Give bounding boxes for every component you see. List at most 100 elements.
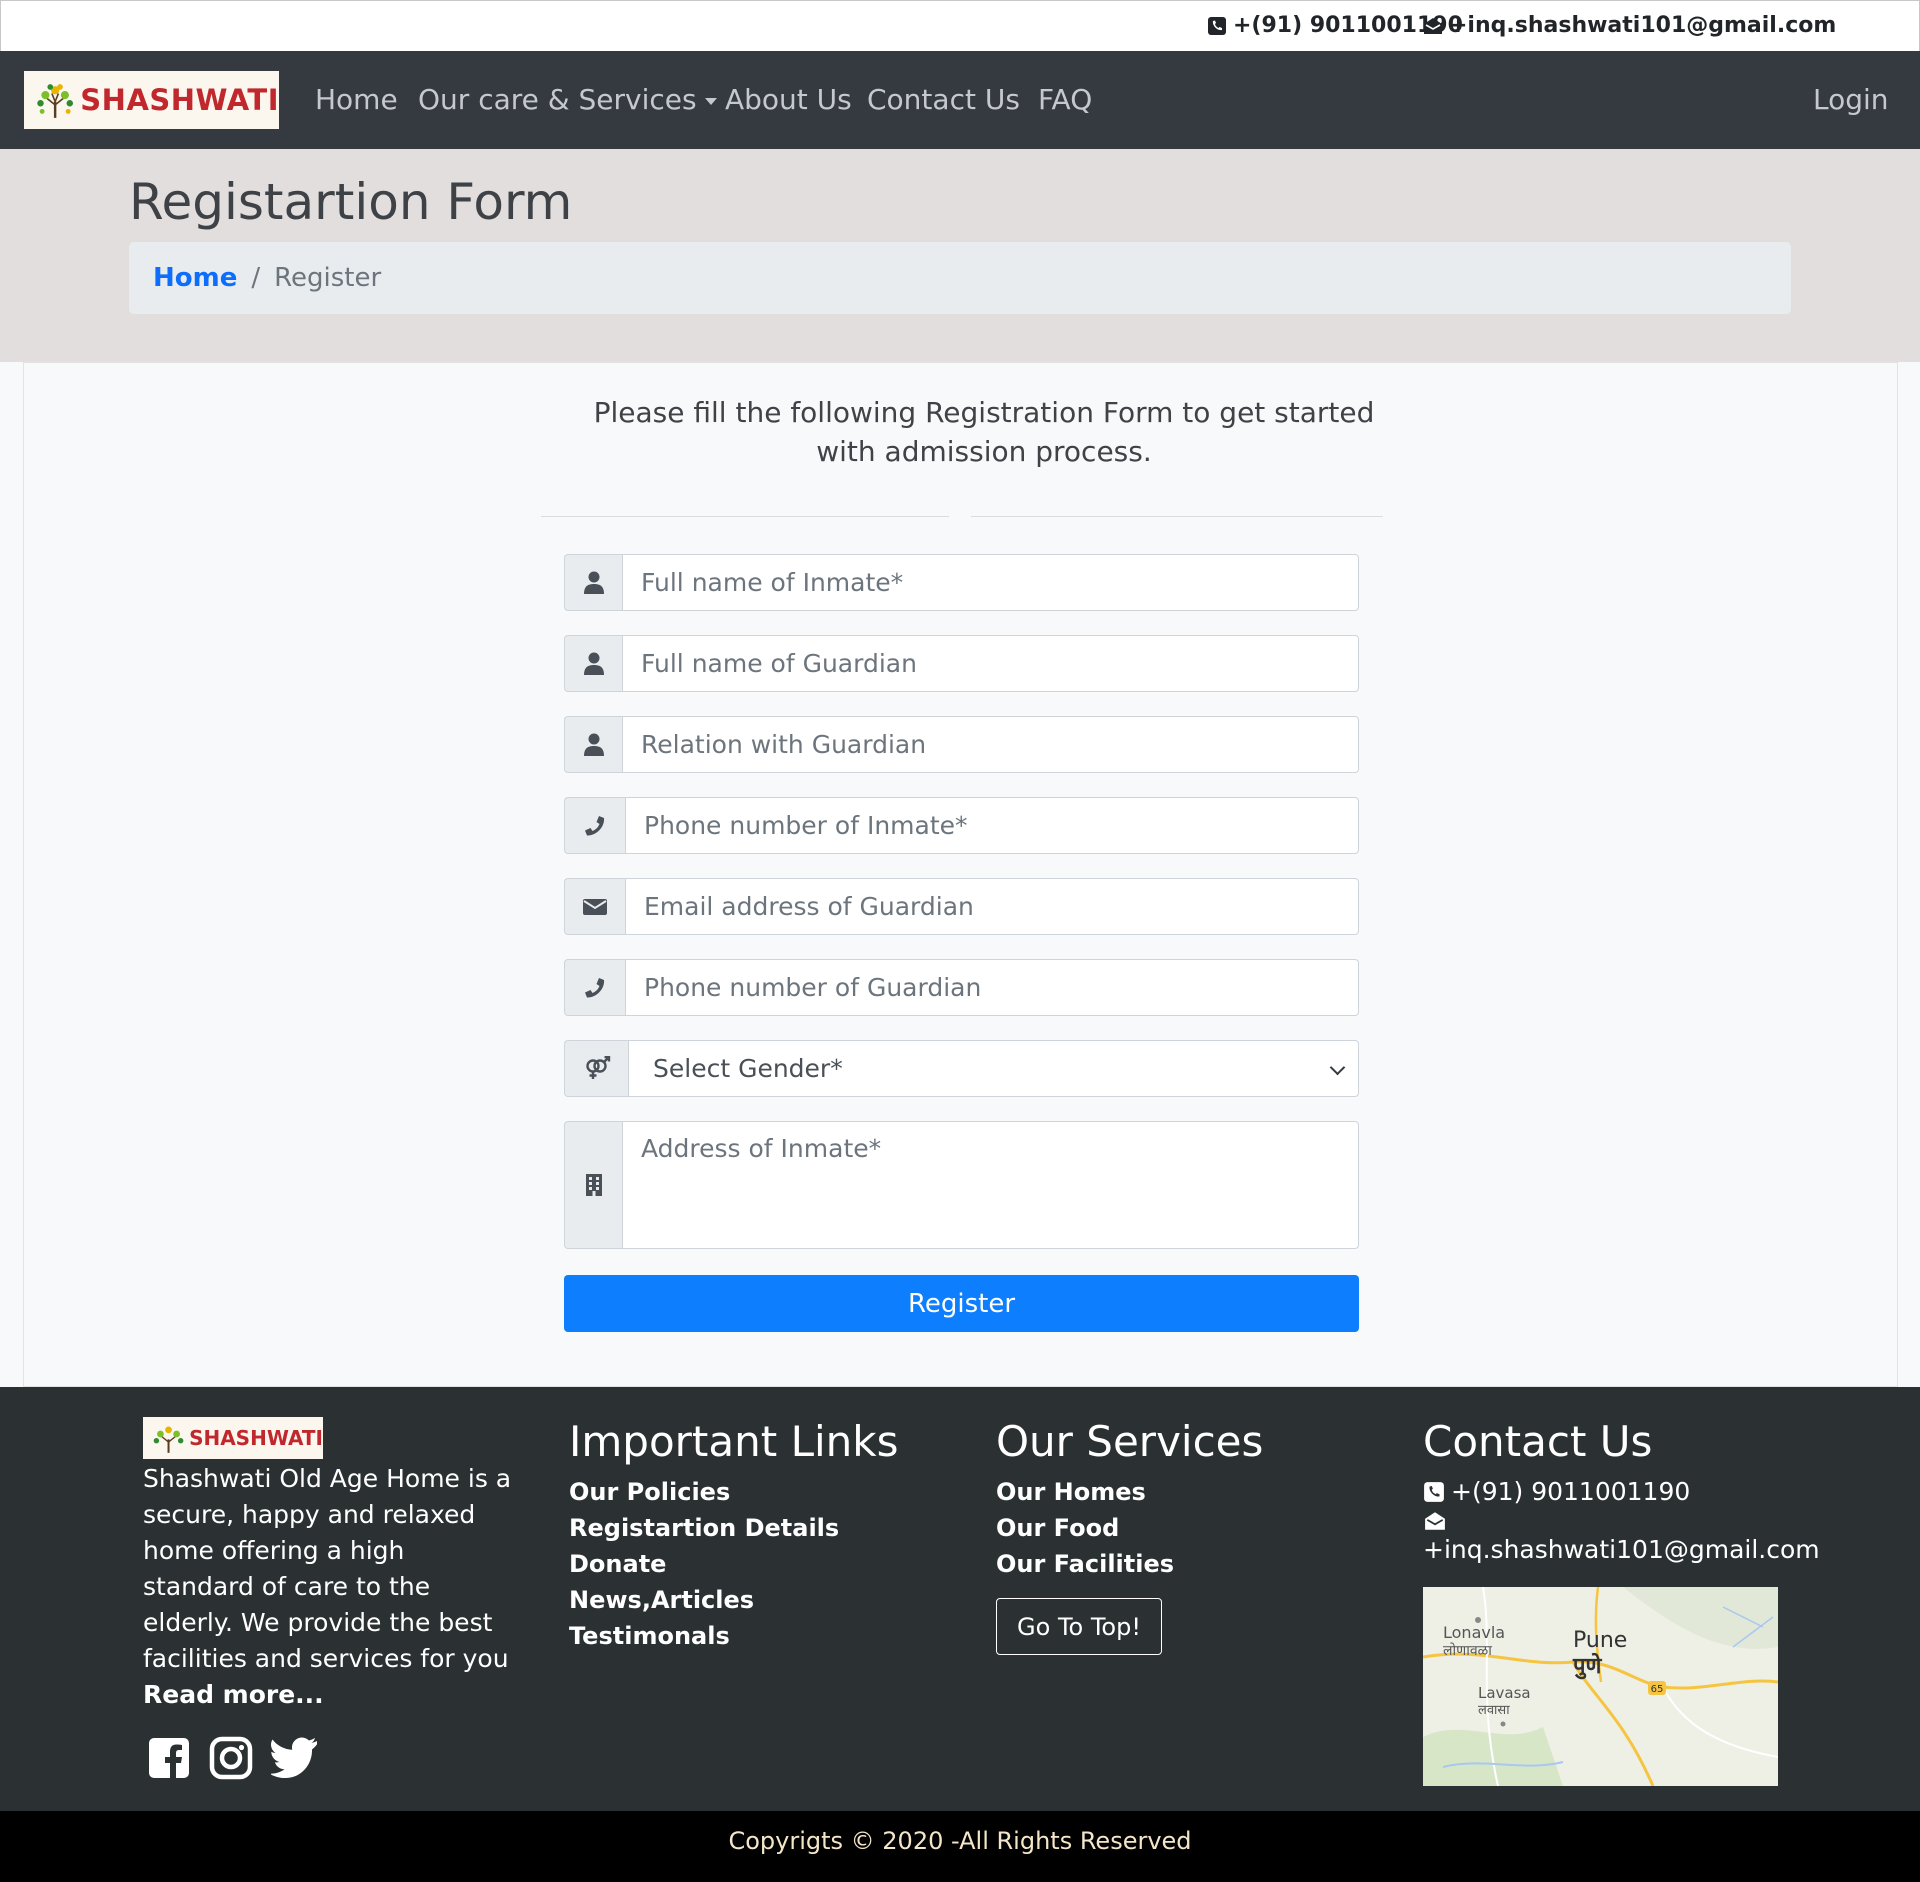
relation-addon xyxy=(564,716,622,773)
map-label-lonavla-local: लोणावळा xyxy=(1443,1642,1492,1659)
breadcrumb-separator: / xyxy=(251,263,261,293)
relation-group xyxy=(564,716,1359,773)
envelope-open-icon xyxy=(1424,17,1442,34)
map-image: 65 Lonavla लोणावळा Pune पुणे Lavasa लवास… xyxy=(1423,1587,1778,1786)
breadcrumb-current: Register xyxy=(274,263,382,293)
guardian-phone-addon xyxy=(564,959,625,1016)
guardian-phone-group xyxy=(564,959,1359,1016)
twitter-icon[interactable] xyxy=(271,1736,319,1778)
footer-contact: Contact Us +(91) 9011001190 +inq.shashwa… xyxy=(1423,1417,1820,1568)
divider-right xyxy=(971,516,1383,517)
user-icon xyxy=(583,652,604,675)
nav-services-dropdown[interactable]: Our care & Services xyxy=(418,83,717,116)
address-textarea[interactable] xyxy=(622,1121,1359,1249)
inmate-phone-group xyxy=(564,797,1359,854)
important-links-title: Important Links xyxy=(569,1417,899,1466)
nav-contact[interactable]: Contact Us xyxy=(867,83,1020,116)
footer-email-icon-row xyxy=(1423,1510,1820,1532)
footer-link-testimonials[interactable]: Testimonals xyxy=(569,1618,898,1654)
phone-icon xyxy=(585,815,605,836)
inmate-name-group xyxy=(564,554,1359,611)
footer-about-text: Shashwati Old Age Home is a secure, happ… xyxy=(143,1464,512,1673)
go-to-top-button[interactable]: Go To Top! xyxy=(996,1598,1162,1655)
nav-login[interactable]: Login xyxy=(1813,83,1889,116)
topbar-email-text: +inq.shashwati101@gmail.com xyxy=(1449,13,1837,38)
footer-phone[interactable]: +(91) 9011001190 xyxy=(1423,1474,1820,1510)
map-label-lavasa-local: लवासा xyxy=(1478,1703,1510,1718)
user-icon xyxy=(583,733,604,756)
page-title: Registartion Form xyxy=(129,173,573,231)
breadcrumb: Home / Register xyxy=(129,242,1791,314)
guardian-name-addon xyxy=(564,635,622,692)
nav-faq[interactable]: FAQ xyxy=(1038,83,1092,116)
tree-logo-icon xyxy=(153,1426,184,1453)
footer-email-text: +inq.shashwati101@gmail.com xyxy=(1423,1535,1820,1564)
page-header: Registartion Form Home / Register xyxy=(0,149,1920,362)
map-route-label: 65 xyxy=(1651,1684,1664,1695)
gender-select-wrap: Select Gender* xyxy=(628,1040,1359,1097)
gender-select[interactable]: Select Gender* xyxy=(628,1040,1359,1097)
footer-link-food[interactable]: Our Food xyxy=(996,1510,1263,1546)
venus-mars-icon xyxy=(585,1055,610,1079)
building-icon xyxy=(585,1174,602,1196)
phone-square-icon xyxy=(1208,16,1226,35)
inmate-name-input[interactable] xyxy=(622,554,1359,611)
nav-about[interactable]: About Us xyxy=(725,83,852,116)
social-links xyxy=(147,1736,319,1780)
footer-phone-text: +(91) 9011001190 xyxy=(1451,1477,1691,1506)
breadcrumb-home[interactable]: Home xyxy=(153,263,237,293)
topbar-email[interactable]: +inq.shashwati101@gmail.com xyxy=(1423,13,1836,38)
footer-important-links: Important Links Our Policies Registartio… xyxy=(569,1417,898,1654)
guardian-phone-input[interactable] xyxy=(625,959,1359,1016)
copyright-bar: Copyrigts © 2020 -All Rights Reserved xyxy=(0,1811,1920,1882)
guardian-name-group xyxy=(564,635,1359,692)
footer-link-registration[interactable]: Registartion Details xyxy=(569,1510,898,1546)
guardian-email-input[interactable] xyxy=(625,878,1359,935)
registration-card: Please fill the following Registration F… xyxy=(23,362,1898,1387)
brand-logo[interactable]: SHASHWATI xyxy=(24,71,279,129)
inmate-name-addon xyxy=(564,554,622,611)
footer-logo[interactable]: SHASHWATI xyxy=(143,1417,323,1459)
instagram-icon[interactable] xyxy=(209,1736,253,1780)
user-icon xyxy=(583,571,604,594)
chevron-down-icon xyxy=(704,97,717,105)
phone-square-icon xyxy=(1424,1482,1444,1502)
gender-addon xyxy=(564,1040,628,1097)
envelope-icon xyxy=(583,898,607,915)
inmate-phone-addon xyxy=(564,797,625,854)
phone-icon xyxy=(585,977,605,998)
footer-link-news[interactable]: News,Articles xyxy=(569,1582,898,1618)
form-intro: Please fill the following Registration F… xyxy=(593,396,1375,468)
main-navbar: SHASHWATI Home Our care & Services About… xyxy=(0,51,1920,149)
footer-services: Our Services Our Homes Our Food Our Faci… xyxy=(996,1417,1263,1582)
footer-link-homes[interactable]: Our Homes xyxy=(996,1474,1263,1510)
guardian-name-input[interactable] xyxy=(622,635,1359,692)
map-label-pune-local: पुणे xyxy=(1572,1652,1602,1680)
map-label-lavasa: Lavasa xyxy=(1478,1684,1531,1702)
our-services-title: Our Services xyxy=(996,1417,1264,1466)
facebook-icon[interactable] xyxy=(147,1736,191,1780)
nav-home[interactable]: Home xyxy=(315,83,398,116)
footer-email[interactable]: +inq.shashwati101@gmail.com xyxy=(1423,1532,1820,1568)
relation-input[interactable] xyxy=(622,716,1359,773)
top-contact-bar: +(91) 9011001190 +inq.shashwati101@gmail… xyxy=(0,0,1920,51)
inmate-phone-input[interactable] xyxy=(625,797,1359,854)
footer: SHASHWATI Shashwati Old Age Home is a se… xyxy=(0,1387,1920,1811)
register-button[interactable]: Register xyxy=(564,1275,1359,1332)
footer-link-facilities[interactable]: Our Facilities xyxy=(996,1546,1263,1582)
tree-logo-icon xyxy=(37,84,74,118)
address-group xyxy=(564,1121,1359,1249)
read-more-link[interactable]: Read more... xyxy=(143,1680,324,1709)
address-addon xyxy=(564,1121,622,1249)
gender-group: Select Gender* xyxy=(564,1040,1359,1097)
contact-us-title: Contact Us xyxy=(1423,1417,1653,1466)
footer-link-policies[interactable]: Our Policies xyxy=(569,1474,898,1510)
map-label-pune: Pune xyxy=(1573,1628,1627,1653)
footer-about: Shashwati Old Age Home is a secure, happ… xyxy=(143,1461,513,1713)
footer-link-donate[interactable]: Donate xyxy=(569,1546,898,1582)
location-map[interactable]: 65 Lonavla लोणावळा Pune पुणे Lavasa लवास… xyxy=(1423,1587,1778,1786)
guardian-email-addon xyxy=(564,878,625,935)
guardian-email-group xyxy=(564,878,1359,935)
envelope-open-icon xyxy=(1425,1512,1445,1530)
map-label-lonavla: Lonavla xyxy=(1443,1623,1505,1642)
